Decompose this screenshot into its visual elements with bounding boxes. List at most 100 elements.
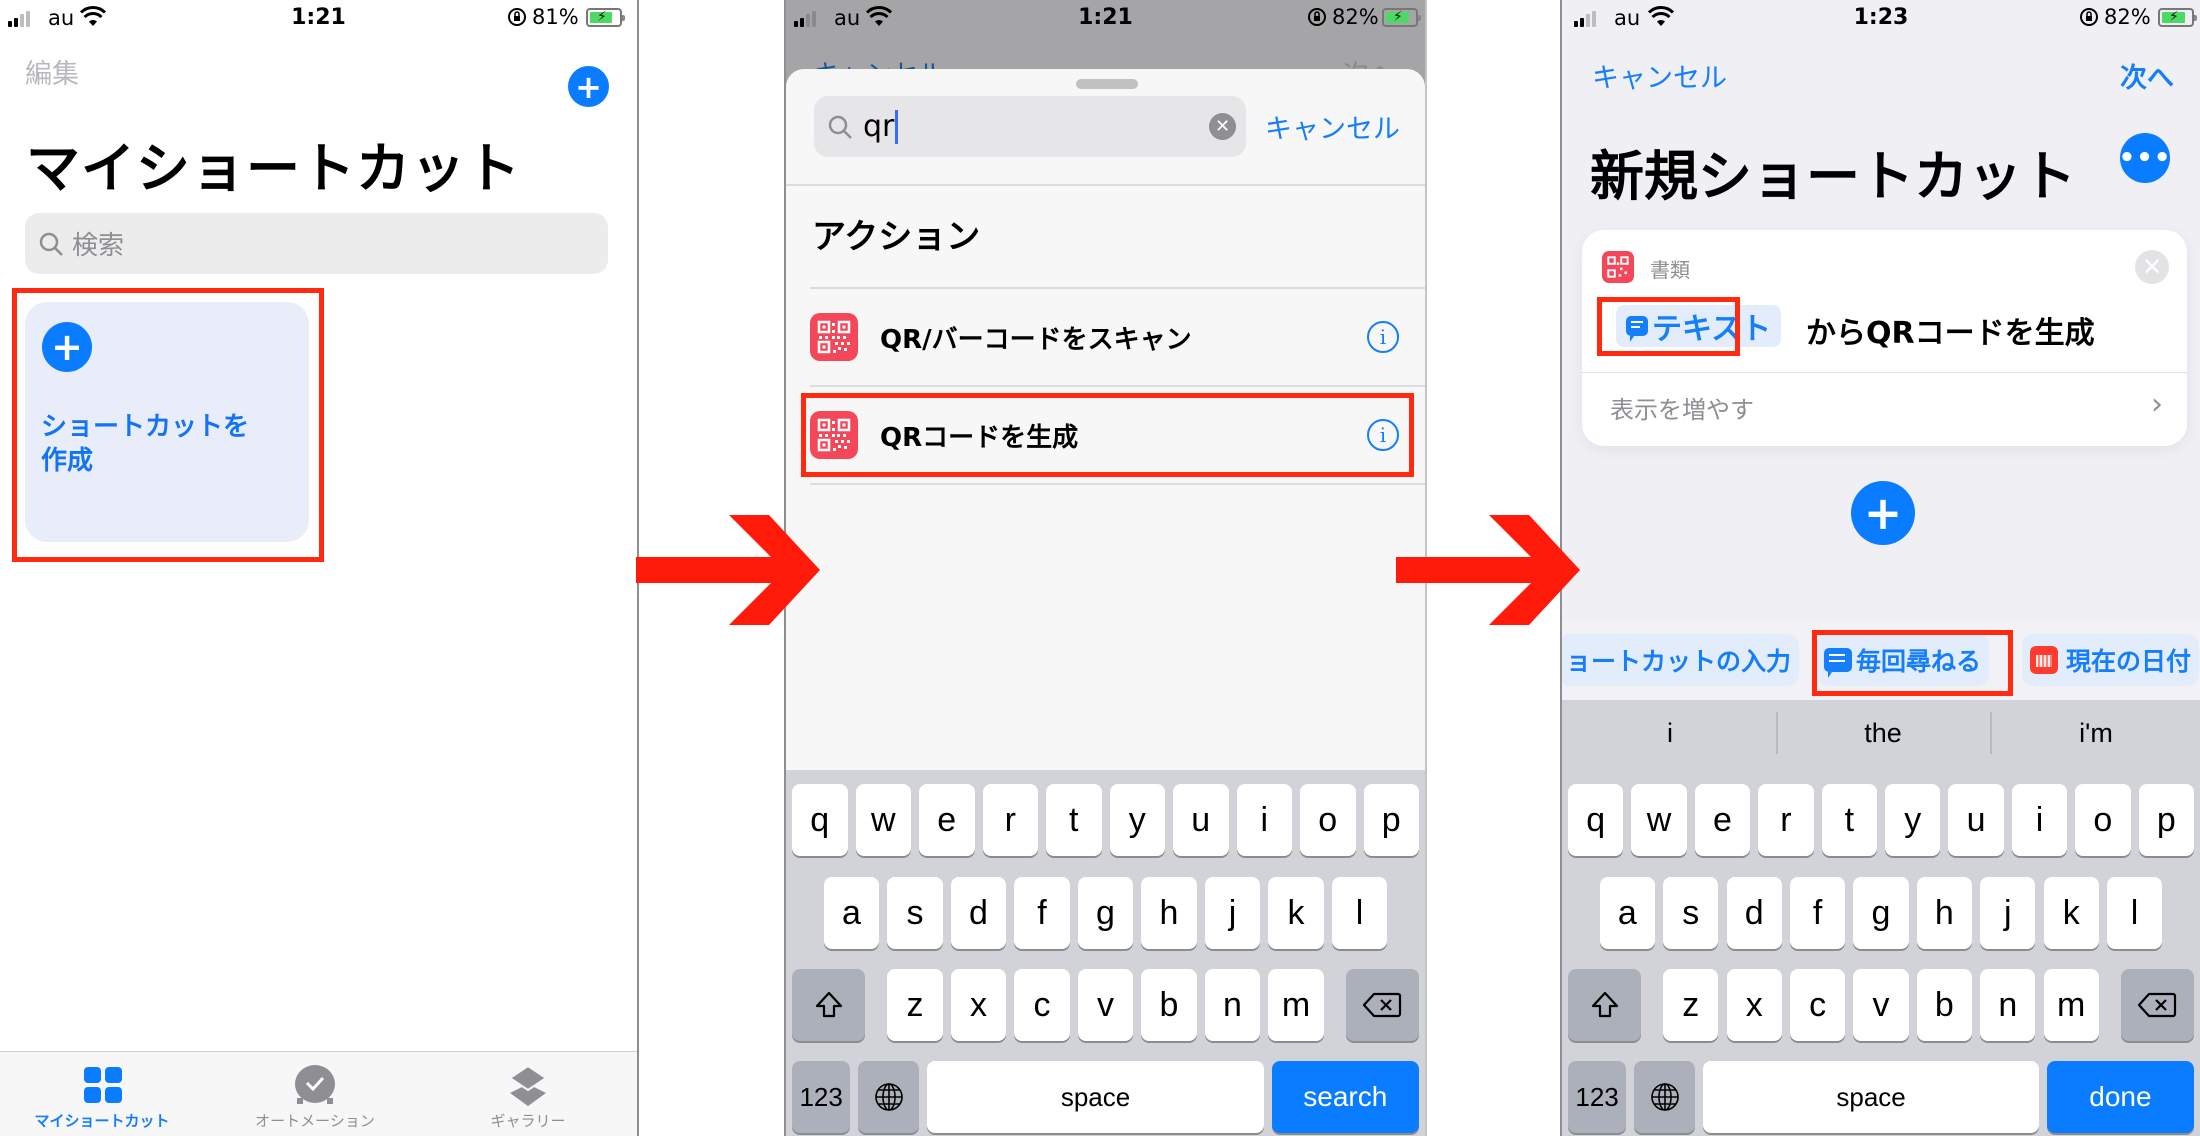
key-g[interactable]: g: [1077, 877, 1134, 949]
key-f[interactable]: f: [1014, 877, 1070, 949]
key-r[interactable]: r: [1758, 784, 1814, 856]
globe-key[interactable]: [858, 1061, 920, 1133]
key-b[interactable]: b: [1141, 969, 1197, 1041]
numbers-key[interactable]: 123: [792, 1061, 851, 1133]
search-key[interactable]: search: [1271, 1061, 1419, 1133]
key-m[interactable]: m: [2043, 969, 2099, 1041]
key-o[interactable]: o: [1300, 784, 1356, 856]
key-p[interactable]: p: [1363, 784, 1419, 856]
key-v[interactable]: v: [1077, 969, 1134, 1041]
key-s[interactable]: s: [1663, 877, 1719, 949]
key-u[interactable]: u: [1948, 784, 2004, 856]
shift-key[interactable]: [1568, 969, 1642, 1041]
action-search-input[interactable]: qr ✕: [814, 96, 1246, 157]
prediction-word[interactable]: the: [1783, 718, 1983, 749]
add-shortcut-button[interactable]: +: [568, 66, 609, 107]
key-y[interactable]: y: [1885, 784, 1941, 856]
keyboard: q w e r t y u i o p a s d f g h j k l z x c v b n m 123 space search: [786, 770, 1425, 1136]
key-j[interactable]: j: [1204, 877, 1261, 949]
show-more-button[interactable]: 表示を増やす: [1610, 390, 1754, 425]
space-key[interactable]: space: [927, 1061, 1264, 1133]
key-h[interactable]: h: [1916, 877, 1973, 949]
key-z[interactable]: z: [1663, 969, 1719, 1041]
edit-button[interactable]: 編集: [25, 52, 79, 91]
tab-my-shortcuts[interactable]: マイショートカット: [2, 1052, 202, 1136]
globe-key[interactable]: [1634, 1061, 1696, 1133]
key-p[interactable]: p: [2138, 784, 2194, 856]
key-s[interactable]: s: [887, 877, 943, 949]
key-h[interactable]: h: [1141, 877, 1197, 949]
key-z[interactable]: z: [887, 969, 943, 1041]
info-icon[interactable]: i: [1367, 321, 1399, 353]
key-w[interactable]: w: [1631, 784, 1687, 856]
key-d[interactable]: d: [950, 877, 1007, 949]
done-key[interactable]: done: [2046, 1061, 2194, 1133]
action-row-scan-qr[interactable]: QR/バーコードをスキャン i: [810, 302, 1425, 372]
key-x[interactable]: x: [1726, 969, 1782, 1041]
tab-gallery[interactable]: ギャラリー: [428, 1052, 628, 1136]
key-c[interactable]: c: [1789, 969, 1846, 1041]
key-i[interactable]: i: [1236, 784, 1292, 856]
key-e[interactable]: e: [919, 784, 975, 856]
key-d[interactable]: d: [1726, 877, 1782, 949]
key-a[interactable]: a: [1599, 877, 1656, 949]
key-l[interactable]: l: [1331, 877, 1388, 949]
battery-icon: ⚡: [1382, 8, 1421, 27]
key-n[interactable]: n: [1980, 969, 2036, 1041]
key-n[interactable]: n: [1204, 969, 1261, 1041]
shift-key[interactable]: [792, 969, 866, 1041]
action-card: 書類 ✕ テキスト からQRコードを生成 表示を増やす ›: [1582, 230, 2187, 446]
next-button[interactable]: 次へ: [2120, 56, 2174, 95]
numbers-key[interactable]: 123: [1568, 1061, 1627, 1133]
search-input[interactable]: 検索: [25, 213, 608, 274]
backspace-key[interactable]: [2120, 969, 2194, 1041]
key-m[interactable]: m: [1268, 969, 1324, 1041]
add-action-button[interactable]: +: [1851, 481, 1915, 545]
clear-search-button[interactable]: ✕: [1209, 113, 1236, 140]
backspace-key[interactable]: [1345, 969, 1419, 1041]
plus-icon: +: [575, 67, 602, 106]
key-g[interactable]: g: [1853, 877, 1909, 949]
sheet-grabber[interactable]: [1076, 79, 1138, 89]
key-t[interactable]: t: [1821, 784, 1877, 856]
ellipsis-icon: •••: [2118, 143, 2172, 173]
key-u[interactable]: u: [1173, 784, 1229, 856]
tab-label: オートメーション: [255, 1112, 375, 1130]
keyboard: q w e r t y u i o p a s d f g h j k l z x c v b n m 123 space done: [1562, 770, 2200, 1136]
key-e[interactable]: e: [1694, 784, 1751, 856]
more-options-button[interactable]: •••: [2118, 133, 2172, 183]
key-v[interactable]: v: [1853, 969, 1909, 1041]
suggestion-current-date[interactable]: 現在の日付: [2022, 634, 2200, 686]
rotation-lock-icon: [2080, 8, 2098, 26]
cancel-button[interactable]: キャンセル: [1592, 56, 1727, 95]
key-y[interactable]: y: [1109, 784, 1165, 856]
remove-action-button[interactable]: ✕: [2135, 250, 2169, 284]
grid-icon: [84, 1067, 122, 1103]
prediction-word[interactable]: i: [1570, 718, 1770, 749]
cancel-search-button[interactable]: キャンセル: [1265, 107, 1400, 146]
key-k[interactable]: k: [1268, 877, 1324, 949]
key-q[interactable]: q: [792, 784, 848, 856]
key-x[interactable]: x: [950, 969, 1007, 1041]
prediction-word[interactable]: i'm: [1996, 718, 2196, 749]
create-shortcut-card[interactable]: + ショートカットを 作成: [25, 302, 309, 542]
suggestion-shortcut-input[interactable]: ョートカットの入力: [1562, 634, 1800, 686]
space-key[interactable]: space: [1703, 1061, 2039, 1133]
tab-automation[interactable]: オートメーション: [215, 1052, 415, 1136]
key-o[interactable]: o: [2075, 784, 2131, 856]
key-a[interactable]: a: [823, 877, 880, 949]
key-j[interactable]: j: [1980, 877, 2036, 949]
key-q[interactable]: q: [1568, 784, 1624, 856]
key-r[interactable]: r: [982, 784, 1038, 856]
key-i[interactable]: i: [2011, 784, 2068, 856]
key-t[interactable]: t: [1046, 784, 1102, 856]
key-f[interactable]: f: [1789, 877, 1846, 949]
key-k[interactable]: k: [2043, 877, 2099, 949]
text-cursor: [895, 110, 899, 145]
key-w[interactable]: w: [855, 784, 911, 856]
divider: [810, 483, 1425, 485]
shift-icon: [815, 991, 842, 1018]
key-l[interactable]: l: [2106, 877, 2163, 949]
key-b[interactable]: b: [1916, 969, 1973, 1041]
key-c[interactable]: c: [1014, 969, 1070, 1041]
